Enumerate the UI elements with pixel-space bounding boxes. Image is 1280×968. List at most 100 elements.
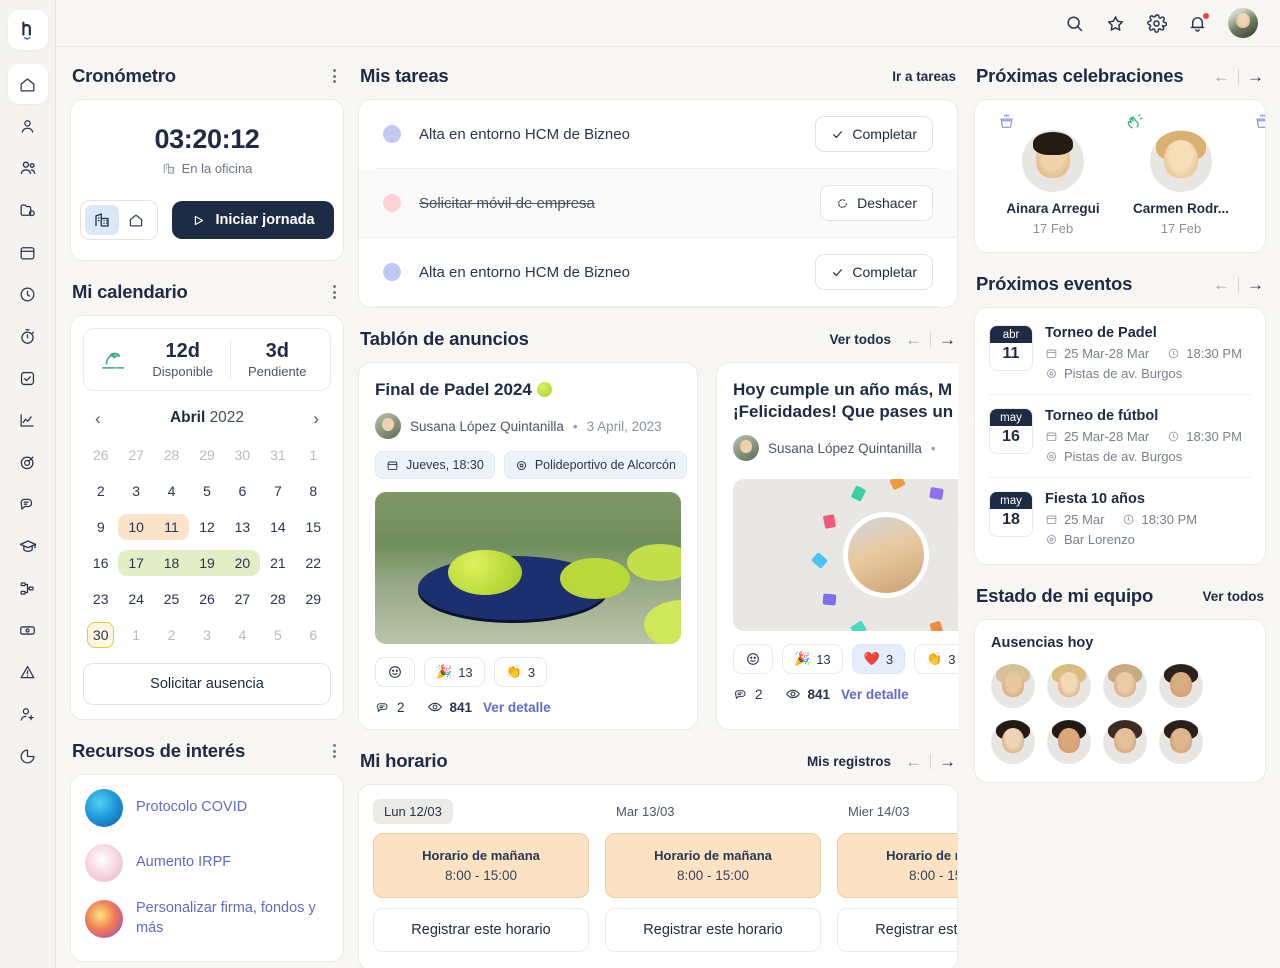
calendar-day-cell[interactable]: 20 xyxy=(224,545,261,581)
avatar[interactable] xyxy=(991,664,1035,708)
calendar-day-number[interactable]: 25 xyxy=(164,591,180,607)
calendar-day-number[interactable]: 27 xyxy=(235,591,251,607)
avatar[interactable] xyxy=(1047,720,1091,764)
calendar-day-cell[interactable]: 11 xyxy=(153,509,190,545)
calendar-day-cell[interactable]: 24 xyxy=(118,581,153,617)
prev-post-button[interactable]: ← xyxy=(905,331,922,348)
calendar-day-cell[interactable]: 23 xyxy=(83,581,118,617)
calendar-day-number[interactable]: 3 xyxy=(203,627,211,643)
sidebar-item-messages[interactable] xyxy=(8,484,48,524)
calendar-day-cell[interactable]: 12 xyxy=(189,509,224,545)
list-item[interactable]: abr 11 Torneo de Padel 25 Mar-28 Mar 18:… xyxy=(989,312,1251,395)
search-icon[interactable] xyxy=(1064,13,1085,34)
calendar-day-number[interactable]: 1 xyxy=(132,627,140,643)
bell-icon[interactable] xyxy=(1187,11,1210,34)
list-item[interactable]: Aumento IRPF xyxy=(85,844,329,882)
avatar[interactable] xyxy=(991,720,1035,764)
add-reaction-button[interactable] xyxy=(733,644,773,675)
list-item[interactable]: Ainara Arregui 17 Feb xyxy=(989,113,1117,236)
reaction-pill[interactable]: 🎉 13 xyxy=(782,644,843,675)
post-detail-link[interactable]: Ver detalle xyxy=(483,700,551,715)
calendar-day-cell[interactable]: 10 xyxy=(118,509,154,545)
post-date-chip[interactable]: Jueves, 18:30 xyxy=(375,451,495,480)
list-item[interactable]: Protocolo COVID xyxy=(85,789,329,827)
calendar-day-cell[interactable]: 30 xyxy=(83,617,118,653)
calendar-day-cell[interactable]: 27 xyxy=(225,581,260,617)
prev-month-button[interactable]: ‹ xyxy=(95,410,101,427)
calendar-day-cell[interactable]: 5 xyxy=(189,473,224,509)
calendar-day-cell[interactable]: 2 xyxy=(154,617,189,653)
home-mode-button[interactable] xyxy=(119,205,153,235)
see-all-team-link[interactable]: Ver todos xyxy=(1202,589,1264,604)
calendar-day-cell[interactable]: 4 xyxy=(225,617,260,653)
sidebar-item-profile[interactable] xyxy=(8,106,48,146)
sidebar-item-people[interactable] xyxy=(8,148,48,188)
calendar-day-number[interactable]: 2 xyxy=(168,627,176,643)
schedule-day-label[interactable]: Mier 14/03 xyxy=(837,799,920,824)
sidebar-item-home[interactable] xyxy=(7,64,48,104)
register-schedule-button[interactable]: Registrar este horario xyxy=(605,908,821,953)
sidebar-item-incidents[interactable] xyxy=(8,652,48,692)
location-toggle[interactable] xyxy=(80,200,159,240)
avatar[interactable] xyxy=(1228,8,1258,38)
resources-menu-button[interactable] xyxy=(327,740,342,762)
table-row[interactable]: Alta en entorno HCM de Bizneo Completar xyxy=(377,238,939,307)
calendar-day-cell[interactable]: 15 xyxy=(296,509,331,545)
office-mode-button[interactable] xyxy=(85,205,120,235)
reaction-pill[interactable]: ❤️ 3 xyxy=(851,644,906,675)
calendar-day-number[interactable]: 5 xyxy=(203,483,211,499)
calendar-day-cell[interactable]: 3 xyxy=(189,617,224,653)
resource-label[interactable]: Aumento IRPF xyxy=(136,853,231,873)
calendar-day-number[interactable]: 19 xyxy=(199,555,215,571)
calendar-day-number[interactable]: 20 xyxy=(235,555,251,571)
calendar-day-cell[interactable]: 26 xyxy=(189,581,224,617)
list-item[interactable]: Personalizar firma, fondos y más xyxy=(85,899,329,938)
calendar-day-number[interactable]: 5 xyxy=(274,627,282,643)
calendar-day-cell[interactable]: 1 xyxy=(118,617,153,653)
next-month-button[interactable]: › xyxy=(313,410,319,427)
calendar-day-number[interactable]: 6 xyxy=(239,483,247,499)
calendar-day-number[interactable]: 21 xyxy=(270,555,286,571)
calendar-day-number[interactable]: 10 xyxy=(128,519,144,535)
calendar-day-cell[interactable]: 4 xyxy=(154,473,189,509)
register-schedule-button[interactable]: Registrar este horario xyxy=(837,908,957,953)
table-row[interactable]: Solicitar móvil de empresa Deshacer xyxy=(359,169,957,238)
avatar[interactable] xyxy=(1159,664,1203,708)
sidebar-item-reports[interactable] xyxy=(8,736,48,776)
sidebar-item-timer[interactable] xyxy=(8,316,48,356)
prev-event-button[interactable]: ← xyxy=(1213,276,1230,293)
complete-task-button[interactable]: Completar xyxy=(815,116,933,152)
undo-task-button[interactable]: Deshacer xyxy=(820,185,933,221)
next-event-button[interactable]: → xyxy=(1247,276,1264,293)
calendar-day-cell[interactable]: 19 xyxy=(189,545,225,581)
calendar-day-number[interactable]: 9 xyxy=(97,519,105,535)
calendar-day-number[interactable]: 24 xyxy=(128,591,144,607)
schedule-day-label[interactable]: Lun 12/03 xyxy=(373,799,453,825)
calendar-day-cell[interactable]: 22 xyxy=(296,545,331,581)
calendar-day-number[interactable]: 17 xyxy=(128,555,144,571)
list-item[interactable]: may 18 Fiesta 10 años 25 Mar 18:30 PM Ba… xyxy=(989,478,1251,560)
calendar-day-number[interactable]: 14 xyxy=(270,519,286,535)
sidebar-item-payroll[interactable] xyxy=(8,610,48,650)
calendar-day-number[interactable]: 16 xyxy=(93,555,109,571)
calendar-day-cell[interactable]: 17 xyxy=(118,545,154,581)
calendar-day-cell[interactable]: 21 xyxy=(260,545,295,581)
schedule-day-label[interactable]: Mar 13/03 xyxy=(605,799,686,824)
calendar-day-number[interactable]: 29 xyxy=(305,591,321,607)
calendar-day-cell[interactable]: 26 xyxy=(83,437,118,473)
calendar-day-number[interactable]: 7 xyxy=(274,483,282,499)
add-reaction-button[interactable] xyxy=(375,657,415,688)
announcement-card[interactable]: Hoy cumple un año más, M ¡Felicidades! Q… xyxy=(716,362,958,731)
list-item[interactable]: Aina xyxy=(1245,113,1265,236)
calendar-day-cell[interactable]: 6 xyxy=(225,473,260,509)
go-to-tasks-link[interactable]: Ir a tareas xyxy=(892,69,956,84)
calendar-day-number[interactable]: 30 xyxy=(235,447,251,463)
my-records-link[interactable]: Mis registros xyxy=(807,754,891,769)
reaction-pill[interactable]: 👏 3 xyxy=(493,657,548,688)
next-day-button[interactable]: → xyxy=(939,753,956,770)
calendar-day-number[interactable]: 3 xyxy=(132,483,140,499)
reaction-pill[interactable]: 🎉 13 xyxy=(424,657,485,688)
sidebar-item-analytics[interactable] xyxy=(8,400,48,440)
timer-menu-button[interactable] xyxy=(327,65,342,87)
see-all-posts-link[interactable]: Ver todos xyxy=(829,332,891,347)
